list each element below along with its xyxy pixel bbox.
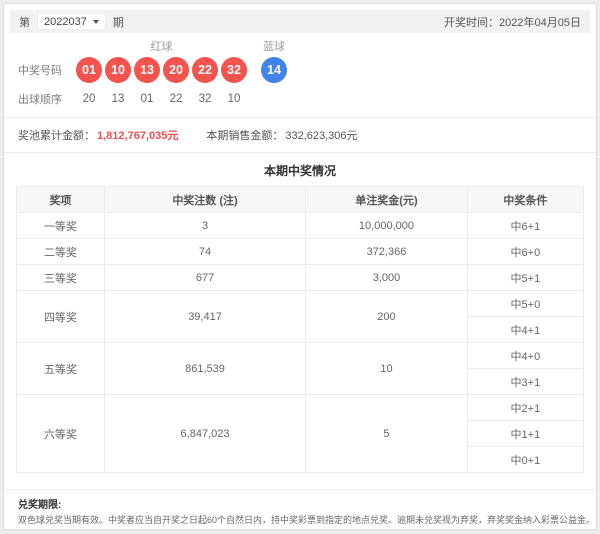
table-row: 三等奖 677 3,000 中5+1 [17,265,584,291]
table-row: 二等奖 74 372,366 中6+0 [17,239,584,265]
prize-name-cell: 五等奖 [17,343,105,395]
table-header-row: 奖项 中奖注数 (注) 单注奖金(元) 中奖条件 [17,187,584,213]
condition-cell: 中2+1 [467,395,583,421]
red-ball: 01 [76,57,102,83]
prize-amount-cell: 372,366 [306,239,468,265]
winning-numbers-label: 中奖号码 [18,62,76,78]
red-ball: 13 [134,57,160,83]
condition-cell: 中3+1 [467,369,583,395]
condition-cell: 中6+0 [467,239,583,265]
prize-table-title: 本期中奖情况 [16,153,584,186]
period-suffix-label: 期 [113,14,124,30]
condition-cell: 中0+1 [467,447,583,473]
condition-cell: 中4+0 [467,343,583,369]
count-cell: 3 [104,213,305,239]
prize-amount-cell: 10 [306,343,468,395]
draw-time-label: 开奖时间： [444,17,499,29]
winning-numbers-section: 红球 蓝球 中奖号码 011013202232 14 出球顺序 20130122… [4,33,596,117]
prize-name-cell: 六等奖 [17,395,105,473]
col-header-prize-amount: 单注奖金(元) [306,187,468,213]
condition-cell: 中1+1 [467,421,583,447]
condition-cell: 中5+1 [467,265,583,291]
redemption-note-text: 双色球兑奖当期有效。中奖者应当自开奖之日起60个自然日内，持中奖彩票到指定的地点… [18,513,582,527]
draw-time-value: 2022年04月05日 [499,17,581,29]
count-cell: 677 [104,265,305,291]
draw-order-number: 13 [105,93,131,105]
red-ball: 10 [105,57,131,83]
prize-amount-cell: 3,000 [306,265,468,291]
col-header-prize-tier: 奖项 [17,187,105,213]
redemption-note-title: 兑奖期限: [18,498,582,513]
period-select[interactable]: 2022037 [37,13,106,30]
prize-table: 奖项 中奖注数 (注) 单注奖金(元) 中奖条件 一等奖 3 10,000,00… [16,186,584,473]
table-row: 六等奖 6,847,023 5 中2+1 [17,395,584,421]
prize-table-section: 本期中奖情况 奖项 中奖注数 (注) 单注奖金(元) 中奖条件 一等奖 3 10… [4,152,596,489]
col-header-win-condition: 中奖条件 [467,187,583,213]
period-prefix-label: 第 [19,14,30,30]
prize-name-cell: 二等奖 [17,239,105,265]
period-select-value: 2022037 [44,16,87,28]
prize-amount-cell: 5 [306,395,468,473]
prize-name-cell: 四等奖 [17,291,105,343]
red-ball-group-label: 红球 [76,38,247,54]
blue-ball: 14 [261,57,287,83]
count-cell: 861,539 [104,343,305,395]
lottery-result-card: 第 2022037 期 开奖时间：2022年04月05日 红球 蓝球 中奖号码 … [3,3,597,530]
condition-cell: 中4+1 [467,317,583,343]
table-row: 四等奖 39,417 200 中5+0 [17,291,584,317]
topbar: 第 2022037 期 开奖时间：2022年04月05日 [10,10,590,33]
count-cell: 6,847,023 [104,395,305,473]
blue-ball-group-label: 蓝球 [261,38,287,54]
red-ball: 20 [163,57,189,83]
pool-amount-value: 1,812,767,035元 [97,127,178,143]
draw-order-number: 32 [192,93,218,105]
draw-order-number: 20 [76,93,102,105]
draw-order-number: 01 [134,93,160,105]
prize-name-cell: 三等奖 [17,265,105,291]
table-row: 一等奖 3 10,000,000 中6+1 [17,213,584,239]
draw-order-label: 出球顺序 [18,91,76,107]
red-ball: 22 [192,57,218,83]
count-cell: 74 [104,239,305,265]
prize-amount-cell: 10,000,000 [306,213,468,239]
table-row: 五等奖 861,539 10 中4+0 [17,343,584,369]
col-header-winner-count: 中奖注数 (注) [104,187,305,213]
dropdown-caret-icon [93,20,99,24]
draw-order-numbers: 201301223210 [76,93,247,105]
red-balls: 011013202232 [76,57,247,83]
amounts-bar: 奖池累计金额： 1,812,767,035元 本期销售金额： 332,623,3… [4,117,596,152]
prize-amount-cell: 200 [306,291,468,343]
draw-order-number: 10 [221,93,247,105]
prize-name-cell: 一等奖 [17,213,105,239]
draw-order-number: 22 [163,93,189,105]
redemption-note: 兑奖期限: 双色球兑奖当期有效。中奖者应当自开奖之日起60个自然日内，持中奖彩票… [4,489,596,530]
sales-amount-value: 332,623,306元 [285,127,357,143]
sales-amount-label: 本期销售金额： [206,127,283,143]
red-ball: 32 [221,57,247,83]
count-cell: 39,417 [104,291,305,343]
condition-cell: 中5+0 [467,291,583,317]
condition-cell: 中6+1 [467,213,583,239]
pool-amount-label: 奖池累计金额： [18,127,95,143]
